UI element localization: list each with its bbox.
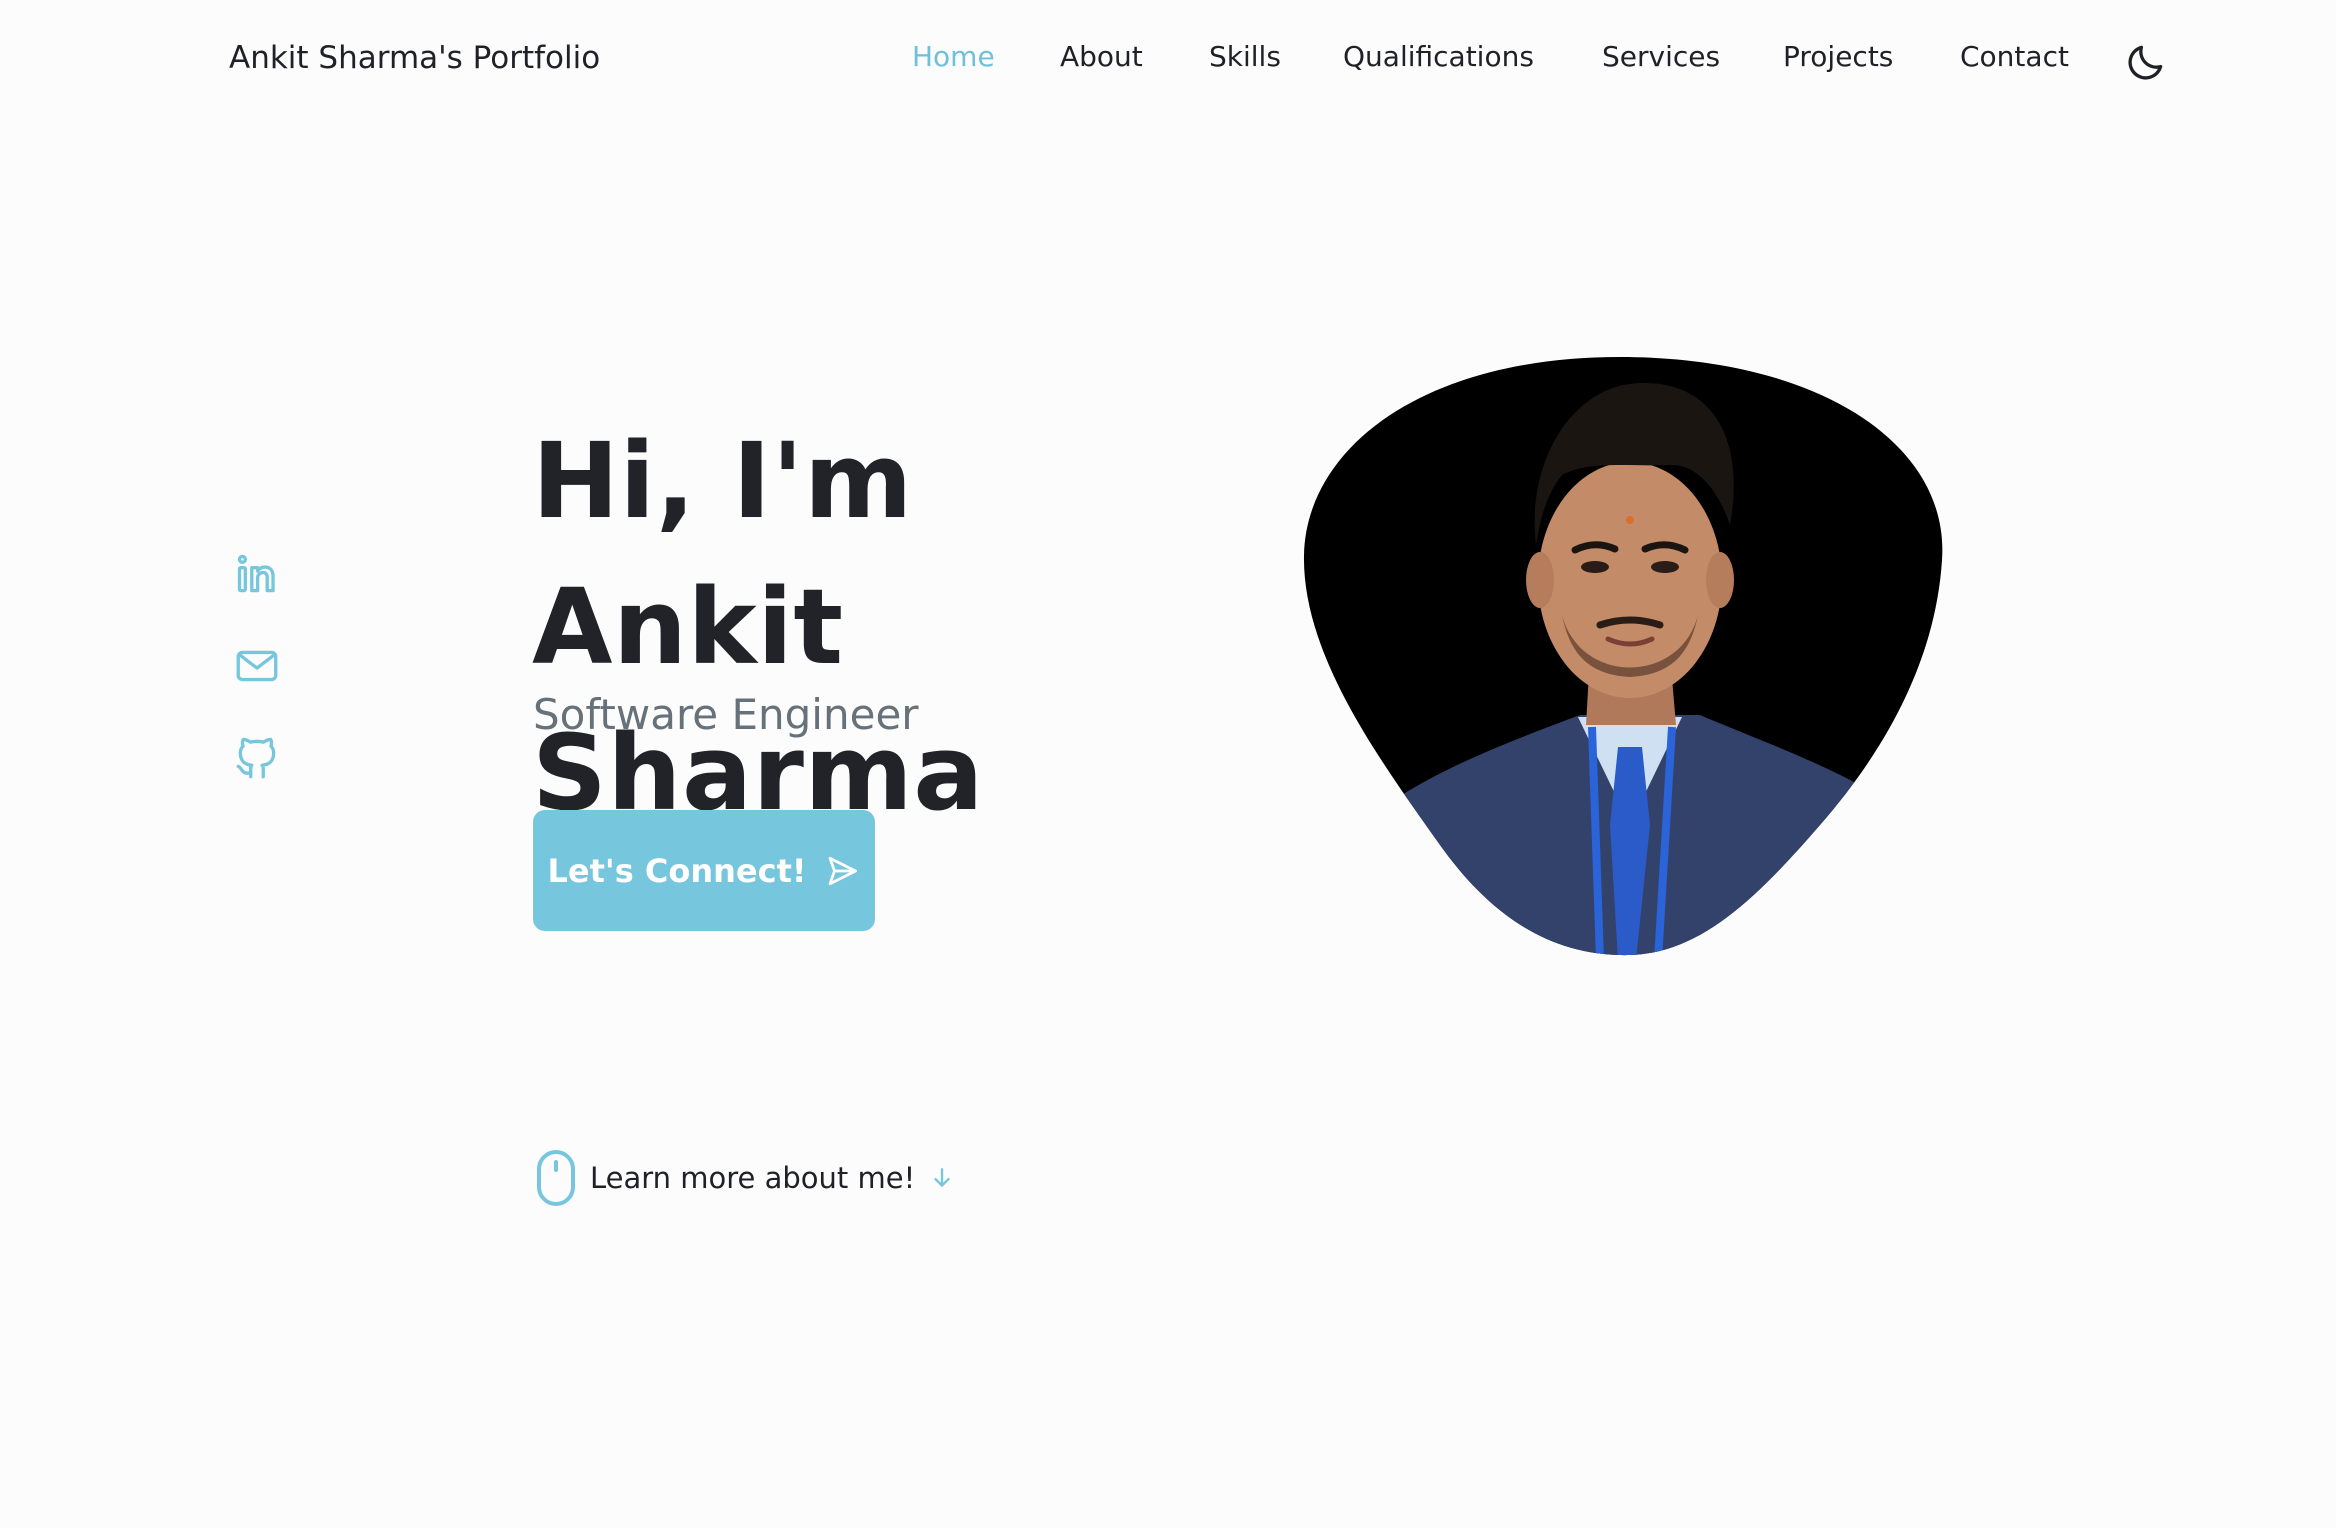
hero-title-line-1: Hi, I'm Ankit	[532, 420, 913, 688]
nav-services[interactable]: Services	[1602, 40, 1720, 73]
nav-skills[interactable]: Skills	[1209, 40, 1281, 73]
nav-qualifications[interactable]: Qualifications	[1343, 40, 1534, 73]
lets-connect-button[interactable]: Let's Connect!	[533, 810, 875, 931]
learn-more-link[interactable]: Learn more about me!	[536, 1148, 955, 1208]
github-link[interactable]	[232, 733, 282, 783]
page: Ankit Sharma's Portfolio Home About Skil…	[0, 0, 2336, 1528]
logo[interactable]: Ankit Sharma's Portfolio	[229, 40, 600, 76]
linkedin-icon	[237, 554, 275, 593]
arrow-down-icon	[934, 1168, 950, 1187]
hero-title: Hi, I'm Ankit Sharma	[532, 408, 1232, 846]
github-icon	[236, 737, 276, 779]
header: Ankit Sharma's Portfolio Home About Skil…	[0, 0, 2336, 124]
linkedin-link[interactable]	[232, 550, 282, 600]
profile-photo	[1300, 355, 1950, 960]
lets-connect-label: Let's Connect!	[547, 851, 807, 890]
nav-contact[interactable]: Contact	[1960, 40, 2069, 73]
learn-more-label: Learn more about me!	[590, 1161, 916, 1195]
hero-subtitle: Software Engineer	[533, 690, 919, 739]
send-icon	[829, 856, 858, 885]
nav-projects[interactable]: Projects	[1783, 40, 1893, 73]
mouse-icon	[537, 1150, 575, 1206]
moon-icon	[2128, 45, 2163, 80]
nav-home[interactable]: Home	[912, 40, 995, 73]
theme-toggle-button[interactable]	[2124, 40, 2168, 84]
nav-about[interactable]: About	[1060, 40, 1143, 73]
email-link[interactable]	[232, 641, 282, 691]
mail-icon	[236, 650, 278, 682]
